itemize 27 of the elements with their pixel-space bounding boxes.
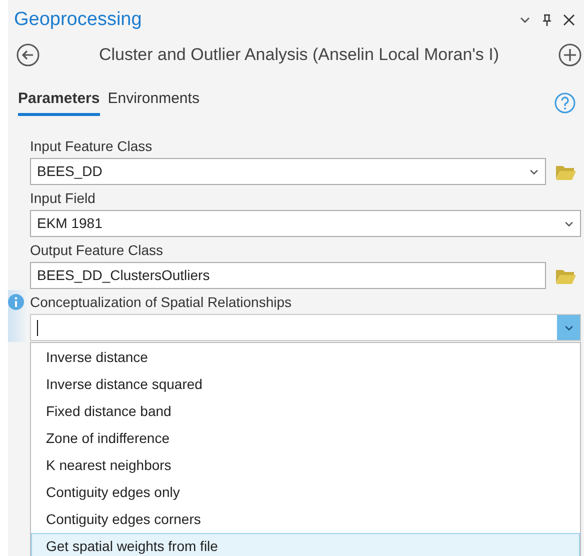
- field-label: Input Feature Class: [30, 137, 152, 156]
- dropdown-field[interactable]: BEES_DD: [30, 158, 546, 185]
- add-icon[interactable]: [558, 43, 582, 67]
- help-icon[interactable]: [554, 92, 576, 114]
- pin-icon[interactable]: [540, 13, 554, 27]
- dropdown-option[interactable]: Zone of indifference: [31, 425, 580, 452]
- field-label: Input Field: [30, 189, 96, 208]
- dropdown-option[interactable]: Inverse distance squared: [31, 371, 580, 398]
- dropdown-option[interactable]: Contiguity edges only: [31, 479, 580, 506]
- dropdown-option[interactable]: Contiguity edges corners: [31, 506, 580, 533]
- input-field[interactable]: BEES_DD_ClustersOutliers: [30, 262, 546, 289]
- tab[interactable]: Parameters: [18, 88, 100, 116]
- dropdown-option[interactable]: Get spatial weights from file: [31, 533, 580, 556]
- field-label: Output Feature Class: [30, 241, 164, 260]
- dropdown-option[interactable]: Fixed distance band: [31, 398, 580, 425]
- info-icon: [8, 294, 24, 310]
- back-icon[interactable]: [16, 43, 40, 67]
- tab[interactable]: Environments: [108, 88, 200, 116]
- dropdown-option[interactable]: Inverse distance: [31, 344, 580, 371]
- close-icon[interactable]: [562, 13, 576, 27]
- dropdown-field[interactable]: [30, 314, 581, 341]
- dropdown-option[interactable]: K nearest neighbors: [31, 452, 580, 479]
- text-cursor: [37, 320, 38, 336]
- tool-title: Cluster and Outlier Analysis (Anselin Local Moran's I): [98, 44, 500, 66]
- field-label: Conceptualization of Spatial Relationships: [30, 293, 292, 312]
- dropdown-field[interactable]: EKM 1981: [30, 210, 581, 237]
- panel-title: Geoprocessing: [14, 8, 143, 32]
